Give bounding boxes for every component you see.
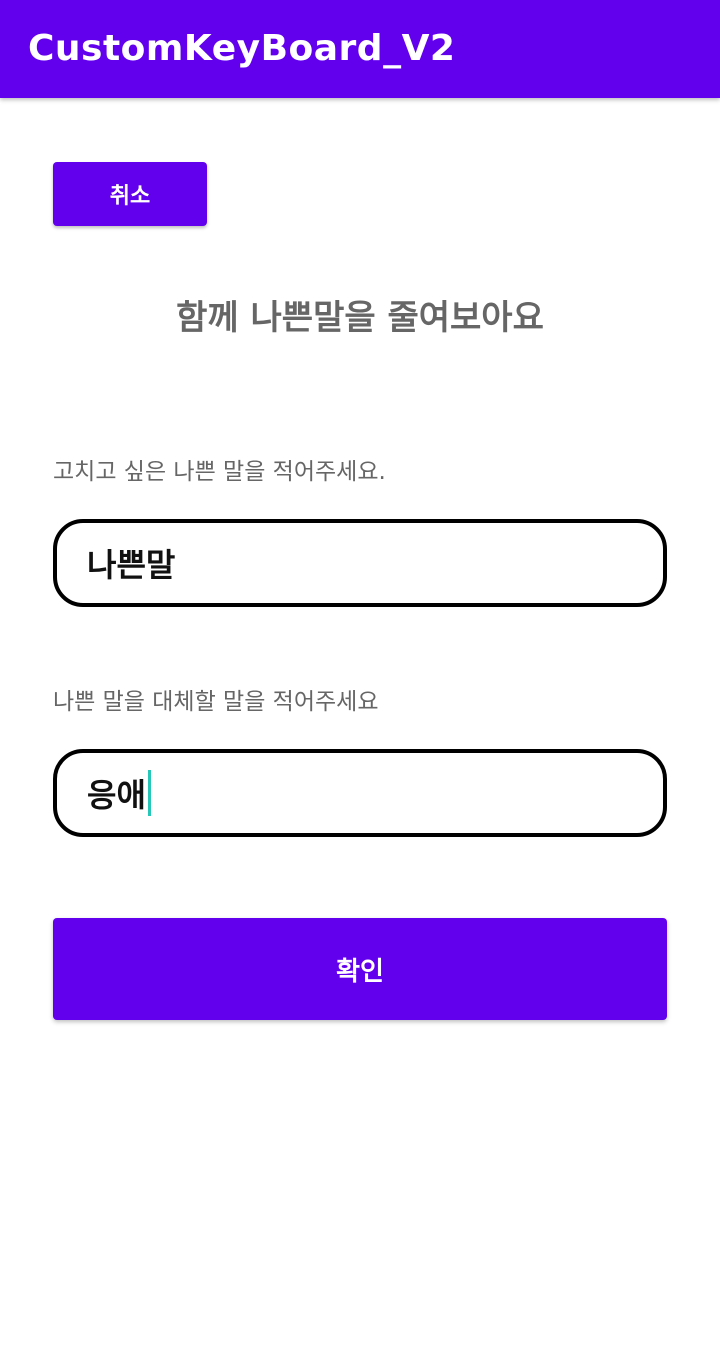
confirm-button[interactable]: 확인 — [53, 918, 667, 1020]
bad-word-input[interactable]: 나쁜말 — [53, 519, 667, 607]
bad-word-label: 고치고 싶은 나쁜 말을 적어주세요. — [53, 459, 386, 485]
replacement-word-label: 나쁜 말을 대체할 말을 적어주세요 — [53, 689, 379, 715]
replacement-word-input[interactable]: 응애 — [53, 749, 667, 837]
app-title: CustomKeyBoard_V2 — [28, 28, 456, 69]
page-title: 함께 나쁜말을 줄여보아요 — [176, 298, 544, 338]
replacement-word-value: 응애 — [87, 776, 146, 814]
cancel-button[interactable]: 취소 — [53, 162, 207, 226]
text-cursor — [147, 770, 151, 816]
app-bar: CustomKeyBoard_V2 — [0, 0, 720, 98]
bad-word-value: 나쁜말 — [87, 546, 176, 584]
